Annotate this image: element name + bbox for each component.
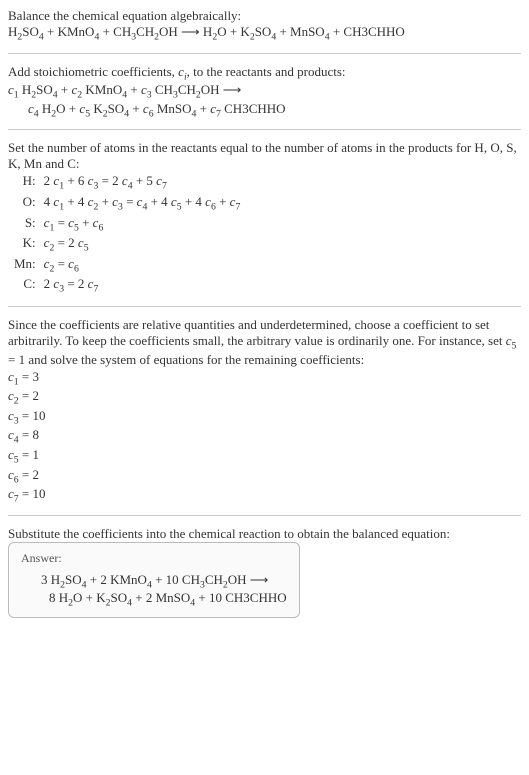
element-label: C:: [12, 275, 42, 296]
element-label: K:: [12, 234, 42, 255]
section-answer: Substitute the coefficients into the che…: [8, 526, 521, 618]
unbalanced-equation: H2SO4 + KMnO4 + CH3CH2OH ⟶ H2O + K2SO4 +…: [8, 24, 521, 43]
t: CH: [178, 82, 196, 97]
atom-equation-table: H:2 c1 + 6 c3 = 2 c4 + 5 c7O:4 c1 + 4 c2…: [12, 172, 246, 296]
t: OH ⟶ H: [159, 24, 212, 39]
t: + 2 MnSO: [132, 590, 190, 605]
t: KMnO: [82, 82, 122, 97]
element-label: H:: [12, 172, 42, 193]
t: CH: [205, 572, 223, 587]
t: SO: [111, 590, 128, 605]
t: SO: [22, 24, 39, 39]
t: SO: [255, 24, 272, 39]
atom-eq-text: Set the number of atoms in the reactants…: [8, 140, 521, 172]
t: 5: [512, 341, 517, 352]
t: + KMnO: [44, 24, 95, 39]
t: + MnSO: [276, 24, 325, 39]
coefficient-value: c5 = 1: [8, 447, 521, 466]
t: + 2 KMnO: [87, 572, 147, 587]
t: MnSO: [154, 101, 192, 116]
t: CH3CHHO: [221, 101, 286, 116]
coefficient-list: c1 = 3c2 = 2c3 = 10c4 = 8c5 = 1c6 = 2c7 …: [8, 369, 521, 505]
t: OH ⟶: [201, 82, 242, 97]
element-equation: c1 = c5 + c6: [42, 214, 247, 235]
t: + 10 CH3CHHO: [195, 590, 286, 605]
atom-equation-row: O:4 c1 + 4 c2 + c3 = c4 + 4 c5 + 4 c6 + …: [12, 193, 246, 214]
divider: [8, 306, 521, 307]
t: + 10 CH: [152, 572, 200, 587]
coeff-equation-rhs: c4 H2O + c5 K2SO4 + c6 MnSO4 + c7 CH3CHH…: [28, 101, 521, 120]
atom-equation-row: K:c2 = 2 c5: [12, 234, 246, 255]
t: +: [196, 101, 210, 116]
coefficient-value: c2 = 2: [8, 388, 521, 407]
divider: [8, 53, 521, 54]
t: Add stoichiometric coefficients,: [8, 64, 178, 79]
t: + CH: [99, 24, 131, 39]
balanced-equation-rhs: 8 H2O + K2SO4 + 2 MnSO4 + 10 CH3CHHO: [49, 590, 287, 609]
t: O + K: [73, 590, 106, 605]
t: SO: [36, 82, 53, 97]
element-equation: 4 c1 + 4 c2 + c3 = c4 + 4 c5 + 4 c6 + c7: [42, 193, 247, 214]
t: H: [39, 101, 52, 116]
t: +: [129, 101, 143, 116]
section-stoich-coeffs: Add stoichiometric coefficients, ci, to …: [8, 64, 521, 120]
t: SO: [65, 572, 82, 587]
coefficient-value: c4 = 8: [8, 427, 521, 446]
element-equation: c2 = c6: [42, 255, 247, 276]
balanced-equation-lhs: 3 H2SO4 + 2 KMnO4 + 10 CH3CH2OH ⟶: [41, 572, 287, 591]
t: 8 H: [49, 590, 68, 605]
divider: [8, 515, 521, 516]
element-equation: c2 = 2 c5: [42, 234, 247, 255]
t: CH: [136, 24, 154, 39]
divider: [8, 129, 521, 130]
t: K: [90, 101, 103, 116]
atom-equation-row: Mn:c2 = c6: [12, 255, 246, 276]
element-label: Mn:: [12, 255, 42, 276]
element-equation: 2 c1 + 6 c3 = 2 c4 + 5 c7: [42, 172, 247, 193]
element-label: O:: [12, 193, 42, 214]
section-atom-equations: Set the number of atoms in the reactants…: [8, 140, 521, 296]
t: 3 H: [41, 572, 60, 587]
answer-intro-text: Substitute the coefficients into the che…: [8, 526, 521, 542]
coefficient-value: c1 = 3: [8, 369, 521, 388]
t: O + K: [217, 24, 250, 39]
atom-equation-row: C:2 c3 = 2 c7: [12, 275, 246, 296]
answer-box: Answer: 3 H2SO4 + 2 KMnO4 + 10 CH3CH2OH …: [8, 542, 300, 618]
answer-label: Answer:: [21, 551, 287, 566]
coefficient-value: c7 = 10: [8, 486, 521, 505]
t: +: [58, 82, 72, 97]
t: SO: [108, 101, 125, 116]
element-label: S:: [12, 214, 42, 235]
stoich-text: Add stoichiometric coefficients, ci, to …: [8, 64, 521, 83]
solve-text: Since the coefficients are relative quan…: [8, 317, 521, 368]
t: + CH3CHHO: [330, 24, 405, 39]
atom-equation-row: S:c1 = c5 + c6: [12, 214, 246, 235]
element-equation: 2 c3 = 2 c7: [42, 275, 247, 296]
section-solve: Since the coefficients are relative quan…: [8, 317, 521, 505]
t: H: [8, 24, 17, 39]
t: CH: [152, 82, 173, 97]
t: +: [127, 82, 141, 97]
t: O +: [56, 101, 79, 116]
atom-equation-row: H:2 c1 + 6 c3 = 2 c4 + 5 c7: [12, 172, 246, 193]
t: Since the coefficients are relative quan…: [8, 317, 506, 348]
intro-text: Balance the chemical equation algebraica…: [8, 8, 521, 24]
coefficient-value: c3 = 10: [8, 408, 521, 427]
t: = 1 and solve the system of equations fo…: [8, 352, 364, 367]
t: , to the reactants and products:: [187, 64, 346, 79]
t: OH ⟶: [228, 572, 269, 587]
coeff-equation-lhs: c1 H2SO4 + c2 KMnO4 + c3 CH3CH2OH ⟶: [8, 82, 521, 101]
section-balance-intro: Balance the chemical equation algebraica…: [8, 8, 521, 43]
t: H: [19, 82, 32, 97]
coefficient-value: c6 = 2: [8, 467, 521, 486]
